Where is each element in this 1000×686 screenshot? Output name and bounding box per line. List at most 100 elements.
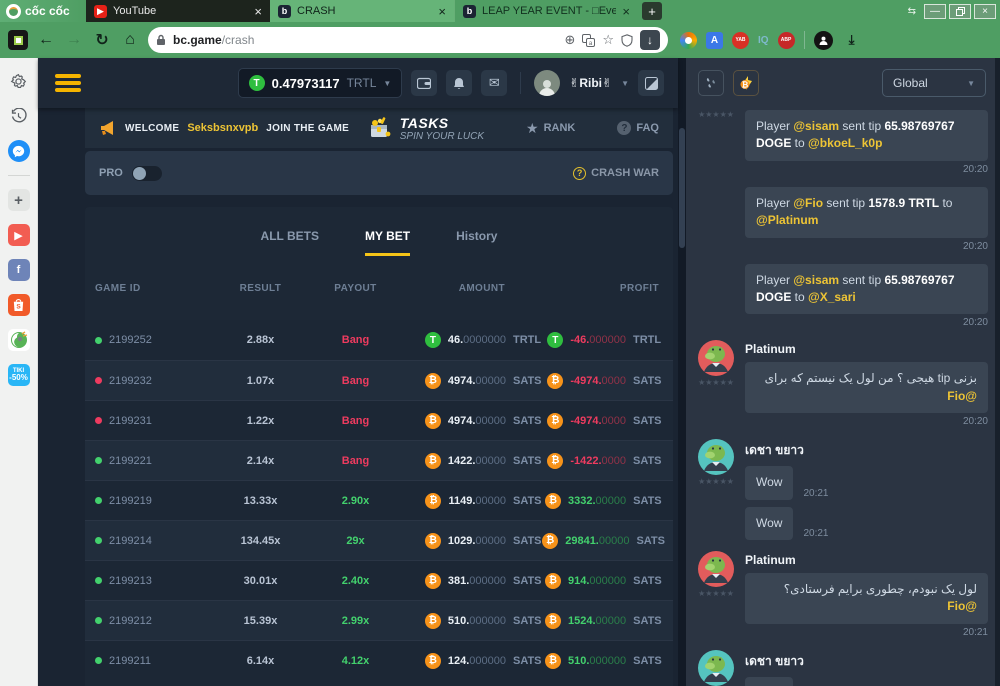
chat-username[interactable]: เดชา ขยาว xyxy=(745,652,988,671)
tab-crash-active[interactable]: b CRASH × xyxy=(270,0,454,22)
chat-bubble[interactable]: Player @Fio sent tip 1578.9 TRTL to @Pla… xyxy=(745,187,988,238)
facebook-app-icon[interactable]: f xyxy=(8,259,30,281)
url-text[interactable]: bc.game/crash xyxy=(173,33,557,47)
new-tab-button[interactable]: + xyxy=(642,2,662,20)
faq-button[interactable]: ? FAQ xyxy=(617,121,659,135)
chat-bubble[interactable]: Wow xyxy=(745,507,793,540)
tab-youtube[interactable]: ▶ YouTube × xyxy=(86,0,270,22)
chat-bubble[interactable]: Wow xyxy=(745,677,793,686)
tab-leap-year-event[interactable]: b LEAP YEAR EVENT - □Event - × xyxy=(454,0,638,22)
extension-translate-icon[interactable]: A xyxy=(706,32,723,49)
notifications-bell-button[interactable] xyxy=(446,70,472,96)
reload-button[interactable]: ↻ xyxy=(92,30,112,50)
game-id-cell[interactable]: 2199232 xyxy=(95,375,213,387)
wallet-button[interactable] xyxy=(411,70,437,96)
extension-wheel-icon[interactable] xyxy=(680,32,697,49)
extension-yab-icon[interactable]: YAB xyxy=(732,32,749,49)
shopee-app-icon[interactable]: S xyxy=(8,294,30,316)
tab-close-icon[interactable]: × xyxy=(438,5,446,18)
rank-button[interactable]: ★ RANK xyxy=(526,120,575,137)
zoom-page-icon[interactable]: ⊕ xyxy=(564,32,575,48)
chat-bubble[interactable]: بزنی tip هیجی ؟ من لول یک نیستم که برای … xyxy=(745,362,988,413)
table-row[interactable]: 21992311.22xBang₿4974.00000SATS₿-4974.00… xyxy=(85,400,673,440)
download-page-button[interactable]: ↓ xyxy=(640,30,660,50)
tab-my-bet[interactable]: MY BET xyxy=(365,229,410,256)
chat-username[interactable]: Platinum xyxy=(745,342,988,356)
table-row[interactable]: 2199214134.45x29x₿1029.00000SATS₿29841.0… xyxy=(85,520,673,560)
menu-hamburger-icon[interactable] xyxy=(55,74,81,92)
username[interactable]: ✌Ribi✌ xyxy=(569,76,612,90)
back-button[interactable]: ← xyxy=(36,31,56,49)
balance-selector[interactable]: T 0.47973117 TRTL ▼ xyxy=(238,68,403,98)
chat-region-select[interactable]: Global ▼ xyxy=(882,69,986,97)
add-app-button[interactable]: + xyxy=(8,189,30,211)
game-id-cell[interactable]: 2199219 xyxy=(95,495,213,507)
chat-mention[interactable]: @Fio xyxy=(947,389,977,403)
user-avatar[interactable] xyxy=(534,70,560,96)
table-row[interactable]: 21992212.14xBang₿1422.00000SATS₿-1422.00… xyxy=(85,440,673,480)
avatar[interactable] xyxy=(698,551,734,587)
minimize-button[interactable]: — xyxy=(924,4,946,19)
rain-tip-button[interactable] xyxy=(698,70,724,96)
chat-bubble[interactable]: لول یک نبودم، چطوری برایم فرستادی؟ @Fio xyxy=(745,573,988,624)
chat-mention[interactable]: @sisam xyxy=(793,119,839,133)
chat-mention[interactable]: @Fio xyxy=(947,599,977,613)
youtube-app-icon[interactable]: ▶ xyxy=(8,224,30,246)
chat-mention[interactable]: @sisam xyxy=(793,273,839,287)
tab-all-bets[interactable]: ALL BETS xyxy=(261,229,319,256)
close-window-button[interactable]: × xyxy=(974,4,996,19)
tasks-block[interactable]: TASKS SPIN YOUR LUCK xyxy=(366,115,484,142)
address-bar[interactable]: bc.game/crash ⊕ a ☆ ↓ xyxy=(148,27,668,53)
history-icon[interactable] xyxy=(8,105,30,127)
chevron-down-icon[interactable]: ▼ xyxy=(621,79,629,88)
tiki-app-icon[interactable]: TIKI-50% xyxy=(8,364,30,386)
bookmark-star-icon[interactable]: ☆ xyxy=(602,32,614,48)
chat-mention[interactable]: @Platinum xyxy=(756,213,818,227)
workspace-icon[interactable] xyxy=(8,30,28,50)
coin-drop-button[interactable]: ₿ xyxy=(733,70,759,96)
translate-page-icon[interactable]: a xyxy=(582,34,595,47)
chat-scrollbar[interactable] xyxy=(995,58,1000,686)
game-id-cell[interactable]: 2199214 xyxy=(95,535,213,547)
table-row[interactable]: 21992116.14x4.12x₿124.000000SATS₿510.000… xyxy=(85,640,673,680)
chat-username[interactable]: เดชา ขยาว xyxy=(745,441,988,460)
home-button[interactable]: ⌂ xyxy=(120,31,140,49)
chat-bubble[interactable]: Player @sisam sent tip 65.98769767 DOGE … xyxy=(745,110,988,161)
crash-war-link[interactable]: ? CRASH WAR xyxy=(573,167,659,180)
extension-abp-icon[interactable]: ABP xyxy=(778,32,795,49)
chat-mention[interactable]: @Fio xyxy=(793,196,823,210)
shield-icon[interactable] xyxy=(621,34,633,47)
chat-bubble[interactable]: Player @sisam sent tip 65.98769767 DOGE … xyxy=(745,264,988,315)
game-id-cell[interactable]: 2199231 xyxy=(95,415,213,427)
avatar[interactable] xyxy=(698,650,734,686)
restore-button[interactable] xyxy=(949,4,971,19)
coccoc-logo[interactable]: cốc cốc xyxy=(0,0,86,22)
page-scrollbar[interactable] xyxy=(678,58,686,686)
table-row[interactable]: 219921913.33x2.90x₿1149.00000SATS₿3332.0… xyxy=(85,480,673,520)
tab-close-icon[interactable]: × xyxy=(254,5,262,18)
table-row[interactable]: 219921330.01x2.40x₿381.000000SATS₿914.00… xyxy=(85,560,673,600)
scrollbar-thumb[interactable] xyxy=(679,128,685,248)
chat-bubble[interactable]: Wow xyxy=(745,466,793,499)
pro-toggle[interactable] xyxy=(132,166,162,181)
chat-panel-toggle-button[interactable] xyxy=(638,70,664,96)
settings-gear-icon[interactable] xyxy=(8,70,30,92)
chat-mention[interactable]: @bkoeL_k0p xyxy=(808,136,882,150)
chat-mention[interactable]: @X_sari xyxy=(808,290,856,304)
table-row[interactable]: 21992321.07xBang₿4974.00000SATS₿-4974.00… xyxy=(85,360,673,400)
avatar[interactable] xyxy=(698,340,734,376)
table-row[interactable]: 21992522.88xBangT46.0000000TRTLT-46.0000… xyxy=(85,320,673,360)
split-screen-icon[interactable]: ⇆ xyxy=(908,6,916,17)
messages-envelope-button[interactable]: ✉ xyxy=(481,70,507,96)
game-id-cell[interactable]: 2199221 xyxy=(95,455,213,467)
table-row[interactable]: 219921215.39x2.99x₿510.000000SATS₿1524.0… xyxy=(85,600,673,640)
game-id-cell[interactable]: 2199211 xyxy=(95,655,213,667)
forward-button[interactable]: → xyxy=(64,31,84,49)
extension-iq-icon[interactable]: IQ xyxy=(758,35,769,46)
downloads-icon[interactable]: ⤓ xyxy=(842,32,862,48)
tab-close-icon[interactable]: × xyxy=(622,5,630,18)
coccoc-app-icon[interactable] xyxy=(8,329,30,351)
profile-icon[interactable] xyxy=(814,31,833,50)
game-id-cell[interactable]: 2199213 xyxy=(95,575,213,587)
avatar[interactable] xyxy=(698,439,734,475)
